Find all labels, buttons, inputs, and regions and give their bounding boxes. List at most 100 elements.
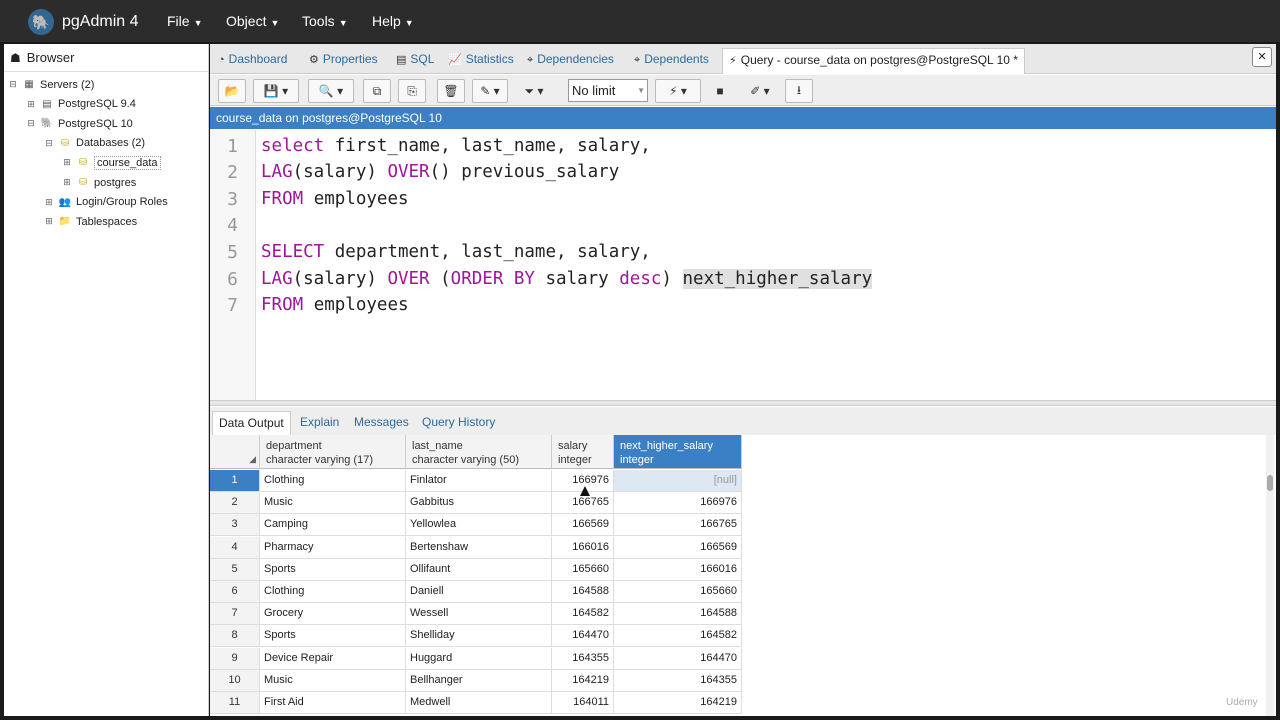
filter-icon[interactable]: ⏷ ▾ <box>516 79 552 103</box>
row-number[interactable]: 10 <box>210 669 260 692</box>
cell-next-higher-salary[interactable]: 166765 <box>614 514 742 537</box>
copy-icon[interactable]: ⧉ <box>363 79 391 103</box>
execute-icon[interactable]: ⚡ ▾ <box>655 79 701 103</box>
row-number[interactable]: 11 <box>210 692 260 714</box>
cell-department[interactable]: Pharmacy <box>260 536 406 559</box>
row-number[interactable]: 1 <box>210 470 260 492</box>
cell-next-higher-salary[interactable]: [null] <box>614 470 742 492</box>
row-number[interactable]: 5 <box>210 558 260 581</box>
edit-icon[interactable]: ✎ ▾ <box>472 79 508 103</box>
cell-department[interactable]: Music <box>260 492 406 515</box>
cell-next-higher-salary[interactable]: 166976 <box>614 492 742 515</box>
cell-last-name[interactable]: Bertenshaw <box>406 536 552 559</box>
tab-query-history[interactable]: Query History <box>422 415 495 429</box>
row-number[interactable]: 7 <box>210 603 260 626</box>
cell-next-higher-salary[interactable]: 166569 <box>614 536 742 559</box>
cell-department[interactable]: Music <box>260 669 406 692</box>
tree-item-postgres[interactable]: ⊞ ⛁ postgres <box>62 173 136 192</box>
row-number[interactable]: 8 <box>210 625 260 648</box>
tree-toggle-icon[interactable]: ⊞ <box>62 157 72 168</box>
tree-toggle-icon[interactable]: ⊟ <box>44 138 54 149</box>
row-number[interactable]: 2 <box>210 492 260 515</box>
tab-dashboard[interactable]: ◔ Dashboard <box>218 52 287 66</box>
cell-last-name[interactable]: Shelliday <box>406 625 552 648</box>
cell-last-name[interactable]: Yellowlea <box>406 514 552 537</box>
cell-next-higher-salary[interactable]: 164582 <box>614 625 742 648</box>
table-row[interactable]: 4 Pharmacy Bertenshaw 166016 166569 <box>210 536 742 559</box>
tree-toggle-icon[interactable]: ⊞ <box>44 216 54 227</box>
tab-dependencies[interactable]: ⌖ Dependencies <box>527 52 614 67</box>
cell-department[interactable]: Clothing <box>260 581 406 603</box>
menu-tools[interactable]: Tools ▼ <box>302 13 348 29</box>
tree-item-postgresql-9-4[interactable]: ⊞ ▤ PostgreSQL 9.4 <box>26 95 136 114</box>
cell-salary[interactable]: 165660 <box>552 558 614 581</box>
cell-department[interactable]: Device Repair <box>260 647 406 670</box>
cell-next-higher-salary[interactable]: 164470 <box>614 647 742 670</box>
open-file-icon[interactable]: 📂 <box>218 79 246 103</box>
table-row[interactable]: 5 Sports Ollifaunt 165660 166016 <box>210 558 742 581</box>
menu-help[interactable]: Help ▼ <box>372 13 414 29</box>
sql-editor[interactable]: 1 2 3 4 5 6 7 select first_name, last_na… <box>210 130 1276 400</box>
row-limit-select[interactable]: No limit ▼ <box>568 79 648 102</box>
tab-data-output[interactable]: Data Output <box>212 411 291 435</box>
find-icon[interactable]: 🔍 ▾ <box>308 79 354 103</box>
tree-item-servers-2[interactable]: ⊟ ▦ Servers (2) <box>8 75 94 94</box>
row-number[interactable]: 4 <box>210 536 260 559</box>
table-row[interactable]: 9 Device Repair Huggard 164355 164470 <box>210 647 742 670</box>
row-number[interactable]: 6 <box>210 581 260 603</box>
cell-last-name[interactable]: Huggard <box>406 647 552 670</box>
tab-sql[interactable]: ▤ SQL <box>396 52 434 66</box>
cell-last-name[interactable]: Bellhanger <box>406 669 552 692</box>
column-header-salary[interactable]: salary integer <box>552 435 614 469</box>
cell-next-higher-salary[interactable]: 164588 <box>614 603 742 626</box>
tab-properties[interactable]: ⚙ Properties <box>309 52 378 66</box>
row-number[interactable]: 3 <box>210 514 260 537</box>
tree-toggle-icon[interactable]: ⊞ <box>26 99 36 110</box>
cell-last-name[interactable]: Ollifaunt <box>406 558 552 581</box>
table-row[interactable]: 8 Sports Shelliday 164470 164582 <box>210 625 742 648</box>
delete-icon[interactable]: 🗑 <box>437 79 465 103</box>
tree-item-course-data[interactable]: ⊞ ⛁ course_data <box>62 153 161 172</box>
tree-item-databases-2[interactable]: ⊟ ⛁ Databases (2) <box>44 134 145 153</box>
scroll-thumb[interactable] <box>1267 475 1273 491</box>
column-header-department[interactable]: department character varying (17) <box>260 435 406 469</box>
menu-file[interactable]: File ▼ <box>167 13 202 29</box>
cell-last-name[interactable]: Finlator <box>406 470 552 492</box>
table-row[interactable]: 2 Music Gabbitus 166765 166976 <box>210 492 742 515</box>
cell-last-name[interactable]: Medwell <box>406 692 552 714</box>
cell-last-name[interactable]: Wessell <box>406 603 552 626</box>
table-row[interactable]: 10 Music Bellhanger 164219 164355 <box>210 669 742 692</box>
column-header-next-higher-salary[interactable]: next_higher_salary integer <box>614 435 742 469</box>
cell-next-higher-salary[interactable]: 166016 <box>614 558 742 581</box>
clear-icon[interactable]: ✐ ▾ <box>742 79 778 103</box>
tab-messages[interactable]: Messages <box>354 415 409 429</box>
column-header-last-name[interactable]: last_name character varying (50) <box>406 435 552 469</box>
cell-salary[interactable]: 164582 <box>552 603 614 626</box>
tree-toggle-icon[interactable]: ⊞ <box>44 197 54 208</box>
cell-department[interactable]: Grocery <box>260 603 406 626</box>
table-row[interactable]: 11 First Aid Medwell 164011 164219 <box>210 692 742 714</box>
cell-salary[interactable]: 164470 <box>552 625 614 648</box>
cell-salary[interactable]: 164011 <box>552 692 614 714</box>
tree-toggle-icon[interactable]: ⊟ <box>26 118 36 129</box>
grid-scrollbar[interactable] <box>1266 435 1274 716</box>
table-row[interactable]: 7 Grocery Wessell 164582 164588 <box>210 603 742 626</box>
download-icon[interactable]: ⭳ <box>785 79 813 103</box>
cell-last-name[interactable]: Gabbitus <box>406 492 552 515</box>
cell-salary[interactable]: 166569 <box>552 514 614 537</box>
tab-explain[interactable]: Explain <box>300 415 339 429</box>
cell-department[interactable]: Clothing <box>260 470 406 492</box>
row-number[interactable]: 9 <box>210 647 260 670</box>
panel-splitter[interactable] <box>210 400 1276 406</box>
close-icon[interactable]: ✕ <box>1252 47 1272 67</box>
table-row[interactable]: 1 Clothing Finlator 166976 [null] <box>210 470 742 492</box>
cell-next-higher-salary[interactable]: 165660 <box>614 581 742 603</box>
paste-icon[interactable]: ⎘ <box>398 79 426 103</box>
cell-department[interactable]: Sports <box>260 558 406 581</box>
grid-corner[interactable]: ◢ <box>210 435 260 469</box>
cell-salary[interactable]: 164219 <box>552 669 614 692</box>
tree-item-postgresql-10[interactable]: ⊟ 🐘 PostgreSQL 10 <box>26 114 133 133</box>
cell-department[interactable]: Sports <box>260 625 406 648</box>
cell-next-higher-salary[interactable]: 164219 <box>614 692 742 714</box>
stop-icon[interactable]: ■ <box>708 79 732 103</box>
